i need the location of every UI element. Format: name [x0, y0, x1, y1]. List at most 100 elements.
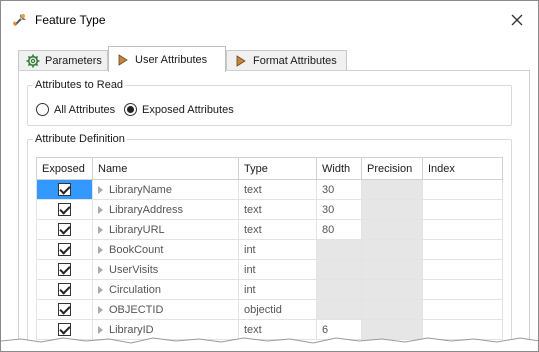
type-cell[interactable]: int: [238, 279, 317, 300]
width-cell[interactable]: 30: [316, 199, 362, 220]
exposed-checkbox[interactable]: [58, 223, 71, 236]
name-cell[interactable]: BookCount: [92, 239, 239, 260]
table-row[interactable]: LibraryURL text 80: [36, 219, 503, 240]
exposed-attributes-option[interactable]: Exposed Attributes: [124, 103, 234, 116]
table-row[interactable]: UserVisits int: [36, 259, 503, 280]
exposed-checkbox[interactable]: [58, 303, 71, 316]
attribute-table: Exposed Name Type Width Precision Index …: [36, 157, 503, 340]
window-title: Feature Type: [35, 13, 106, 27]
attribute-arrow-icon: [118, 53, 128, 66]
radio-label: Exposed Attributes: [142, 103, 234, 116]
attribute-name: UserVisits: [109, 263, 159, 276]
index-cell[interactable]: [422, 199, 503, 220]
column-header-exposed[interactable]: Exposed: [36, 157, 93, 180]
exposed-cell[interactable]: [36, 219, 93, 240]
feature-type-dialog: Feature Type Parameters User Attributes: [0, 0, 539, 352]
type-cell[interactable]: int: [238, 239, 317, 260]
exposed-cell[interactable]: [36, 199, 93, 220]
column-header-name[interactable]: Name: [92, 157, 239, 180]
tab-label: Format Attributes: [253, 55, 337, 67]
name-cell[interactable]: OBJECTID: [92, 299, 239, 320]
name-cell[interactable]: LibraryName: [92, 179, 239, 200]
attribute-definition-legend: Attribute Definition: [33, 133, 127, 145]
expand-arrow-icon: [98, 245, 103, 254]
close-icon: [511, 14, 523, 26]
width-cell: [316, 279, 362, 300]
table-row[interactable]: Circulation int: [36, 279, 503, 300]
precision-cell: [361, 199, 423, 220]
precision-cell: [361, 219, 423, 240]
column-header-precision[interactable]: Precision: [361, 157, 423, 180]
expand-arrow-icon: [98, 285, 103, 294]
table-header-row: Exposed Name Type Width Precision Index: [36, 157, 503, 180]
index-cell[interactable]: [422, 299, 503, 320]
column-header-index[interactable]: Index: [422, 157, 503, 180]
attribute-name: BookCount: [109, 243, 164, 256]
width-cell[interactable]: 80: [316, 219, 362, 240]
exposed-checkbox[interactable]: [58, 283, 71, 296]
index-cell[interactable]: [422, 239, 503, 260]
attribute-name: LibraryID: [109, 323, 154, 336]
tab-parameters[interactable]: Parameters: [18, 50, 108, 71]
name-cell[interactable]: Circulation: [92, 279, 239, 300]
attribute-name: LibraryURL: [109, 223, 165, 236]
expand-arrow-icon: [98, 305, 103, 314]
exposed-cell[interactable]: [36, 259, 93, 280]
tab-format-attributes[interactable]: Format Attributes: [226, 50, 347, 71]
width-cell: [316, 259, 362, 280]
name-cell[interactable]: LibraryAddress: [92, 199, 239, 220]
width-cell: [316, 299, 362, 320]
table-row[interactable]: LibraryName text 30: [36, 179, 503, 200]
expand-arrow-icon: [98, 265, 103, 274]
precision-cell: [361, 259, 423, 280]
table-row[interactable]: BookCount int: [36, 239, 503, 260]
all-attributes-option[interactable]: All Attributes: [36, 103, 115, 116]
torn-edge: [1, 337, 538, 351]
type-cell[interactable]: text: [238, 179, 317, 200]
exposed-checkbox[interactable]: [58, 243, 71, 256]
close-button[interactable]: [502, 5, 532, 35]
tab-user-attributes[interactable]: User Attributes: [108, 46, 226, 72]
name-cell[interactable]: LibraryURL: [92, 219, 239, 240]
exposed-checkbox[interactable]: [58, 183, 71, 196]
type-cell[interactable]: int: [238, 259, 317, 280]
expand-arrow-icon: [98, 205, 103, 214]
precision-cell: [361, 239, 423, 260]
column-header-type[interactable]: Type: [238, 157, 317, 180]
type-cell[interactable]: text: [238, 219, 317, 240]
table-row[interactable]: LibraryAddress text 30: [36, 199, 503, 220]
table-row[interactable]: OBJECTID objectid: [36, 299, 503, 320]
index-cell[interactable]: [422, 219, 503, 240]
type-cell[interactable]: text: [238, 199, 317, 220]
precision-cell: [361, 179, 423, 200]
attribute-name: Circulation: [109, 283, 161, 296]
exposed-cell[interactable]: [36, 299, 93, 320]
index-cell[interactable]: [422, 259, 503, 280]
attribute-name: LibraryAddress: [109, 203, 183, 216]
index-cell[interactable]: [422, 179, 503, 200]
precision-cell: [361, 279, 423, 300]
width-cell: [316, 239, 362, 260]
expand-arrow-icon: [98, 225, 103, 234]
gear-icon: [26, 54, 40, 68]
attribute-name: OBJECTID: [109, 303, 164, 316]
attribute-arrow-icon: [236, 55, 246, 67]
width-cell[interactable]: 30: [316, 179, 362, 200]
exposed-cell[interactable]: [36, 179, 93, 200]
exposed-checkbox[interactable]: [58, 203, 71, 216]
exposed-cell[interactable]: [36, 239, 93, 260]
fme-app-icon: [13, 14, 26, 26]
name-cell[interactable]: UserVisits: [92, 259, 239, 280]
expand-arrow-icon: [98, 185, 103, 194]
radio-label: All Attributes: [54, 103, 116, 116]
exposed-attributes-radio[interactable]: [124, 103, 137, 116]
index-cell[interactable]: [422, 279, 503, 300]
attribute-name: LibraryName: [109, 183, 172, 196]
expand-arrow-icon: [98, 325, 103, 334]
all-attributes-radio[interactable]: [36, 103, 49, 116]
exposed-cell[interactable]: [36, 279, 93, 300]
tab-label: Parameters: [45, 55, 102, 67]
column-header-width[interactable]: Width: [316, 157, 362, 180]
type-cell[interactable]: objectid: [238, 299, 317, 320]
exposed-checkbox[interactable]: [58, 263, 71, 276]
